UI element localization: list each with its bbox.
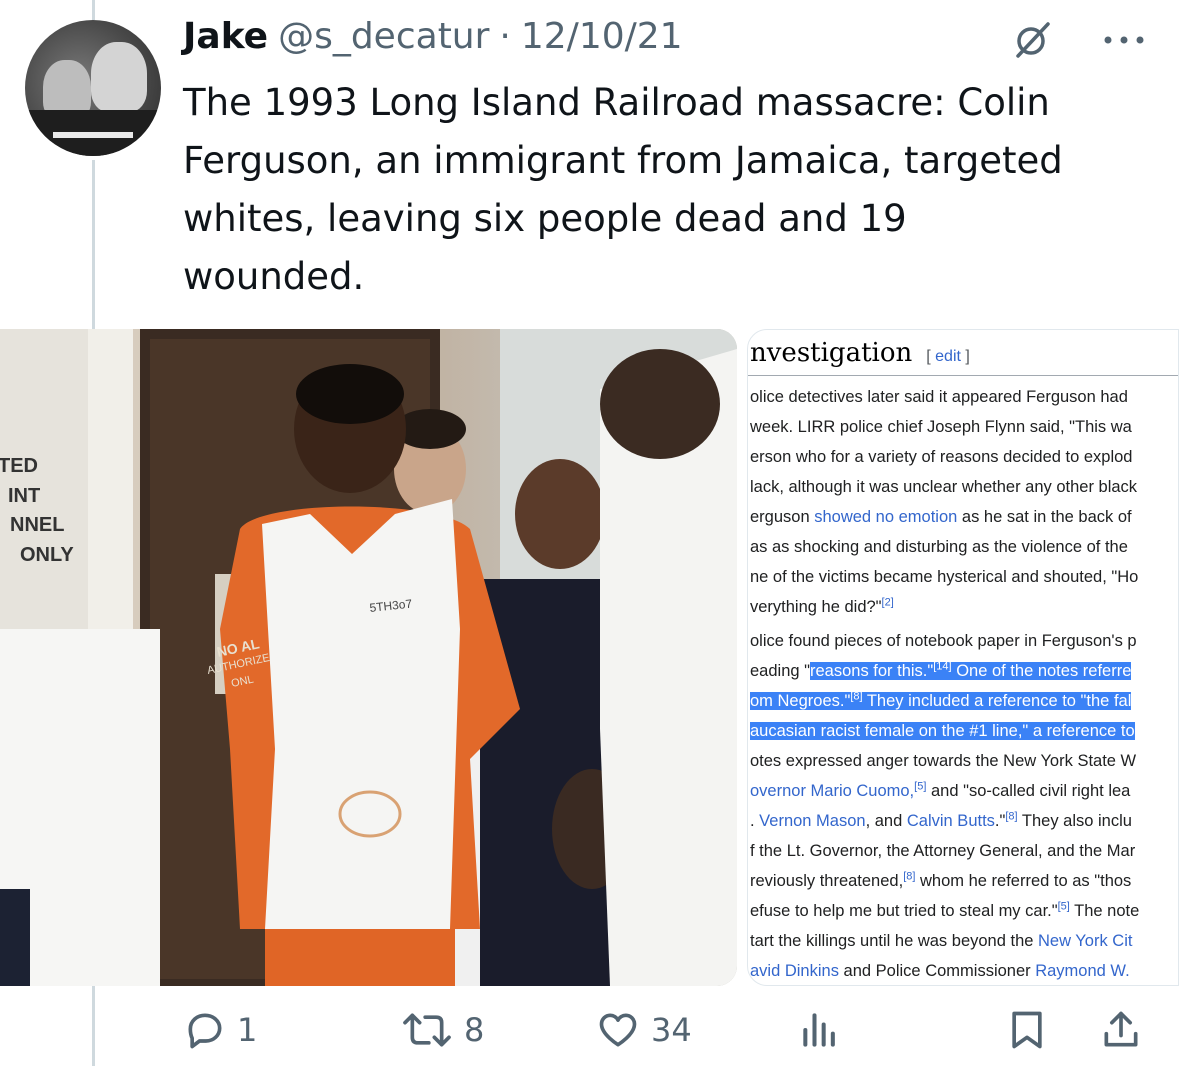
wiki-heading-text: nvestigation [750, 338, 913, 368]
wiki-paragraph-2: olice found pieces of notebook paper in … [750, 632, 1140, 980]
wiki-citation[interactable]: [5] [914, 781, 926, 793]
author-name[interactable]: Jake [183, 16, 268, 57]
wiki-citation[interactable]: [2] [882, 597, 894, 609]
wiki-highlighted-text: om Negroes."[8] They included a referenc… [750, 690, 1132, 710]
arrest-photo-image: TED INT NNEL ONLY NO AL AUTHORIZE ONL 5T… [0, 329, 737, 986]
reply-count: 1 [237, 1011, 258, 1049]
share-button[interactable] [1099, 1008, 1143, 1052]
like-icon [599, 1013, 637, 1047]
separator-dot: · [499, 16, 511, 57]
reply-button[interactable]: 1 [183, 1008, 257, 1052]
wiki-edit-link[interactable]: [ edit ] [926, 348, 970, 365]
avatar[interactable] [25, 20, 161, 156]
wiki-section-heading: nvestigation [ edit ] [750, 338, 970, 368]
wiki-heading-rule [748, 375, 1178, 376]
tweet-header: Jake @s_decatur · 12/10/21 [183, 16, 683, 66]
tweet-text: The 1993 Long Island Railroad massacre: … [183, 81, 1063, 298]
wiki-citation[interactable]: [8] [1005, 811, 1017, 823]
thread-line-top [92, 0, 95, 20]
wiki-paragraph-1: olice detectives later said it appeared … [750, 388, 1139, 616]
sign-line-1: TED [0, 455, 38, 477]
sign-line-4: ONLY [20, 544, 74, 566]
bookmark-icon [1012, 1011, 1042, 1049]
wiki-citation[interactable]: [8] [850, 691, 862, 703]
sign-line-3: NNEL [10, 514, 64, 536]
wiki-link-david-dinkins[interactable]: avid Dinkins [750, 962, 839, 980]
bookmark-button[interactable] [1005, 1008, 1049, 1052]
like-button[interactable]: 34 [595, 1008, 692, 1052]
more-icon[interactable] [1100, 30, 1148, 50]
tweet-date[interactable]: 12/10/21 [521, 16, 683, 57]
tweet-media[interactable]: TED INT NNEL ONLY NO AL AUTHORIZE ONL 5T… [0, 329, 1179, 986]
wiki-link-mario-cuomo[interactable]: overnor Mario Cuomo, [750, 782, 914, 800]
retweet-button[interactable]: 8 [400, 1008, 484, 1052]
like-count: 34 [651, 1011, 692, 1049]
views-icon [803, 1013, 835, 1047]
sign-line-2: INT [8, 485, 40, 507]
reply-icon [188, 1013, 222, 1049]
wiki-citation[interactable]: [8] [903, 871, 915, 883]
views-button[interactable] [798, 1008, 842, 1052]
wiki-link-raymond-kelly[interactable]: Raymond W. [1035, 962, 1129, 980]
retweet-icon [403, 1013, 451, 1047]
retweet-count: 8 [464, 1011, 485, 1049]
wiki-citation[interactable]: [5] [1058, 901, 1070, 913]
author-handle[interactable]: @s_decatur [278, 16, 489, 57]
tweet-actions: 1 8 34 [183, 1008, 1143, 1068]
wiki-highlighted-text: aucasian racist female on the #1 line," … [750, 722, 1135, 740]
wiki-link-calvin-butts[interactable]: Calvin Butts [907, 812, 995, 830]
share-icon [1104, 1011, 1138, 1047]
wiki-link-new-york-city[interactable]: New York Cit [1038, 932, 1132, 950]
wikipedia-screenshot[interactable]: nvestigation [ edit ] olice detectives la… [747, 329, 1179, 986]
wiki-link-vernon-mason[interactable]: Vernon Mason [759, 812, 865, 830]
wiki-link-showed-no-emotion[interactable]: showed no emotion [814, 508, 957, 526]
grok-icon[interactable] [1012, 20, 1052, 60]
wiki-citation[interactable]: [14] [933, 661, 951, 673]
arrest-photo[interactable]: TED INT NNEL ONLY NO AL AUTHORIZE ONL 5T… [0, 329, 737, 986]
